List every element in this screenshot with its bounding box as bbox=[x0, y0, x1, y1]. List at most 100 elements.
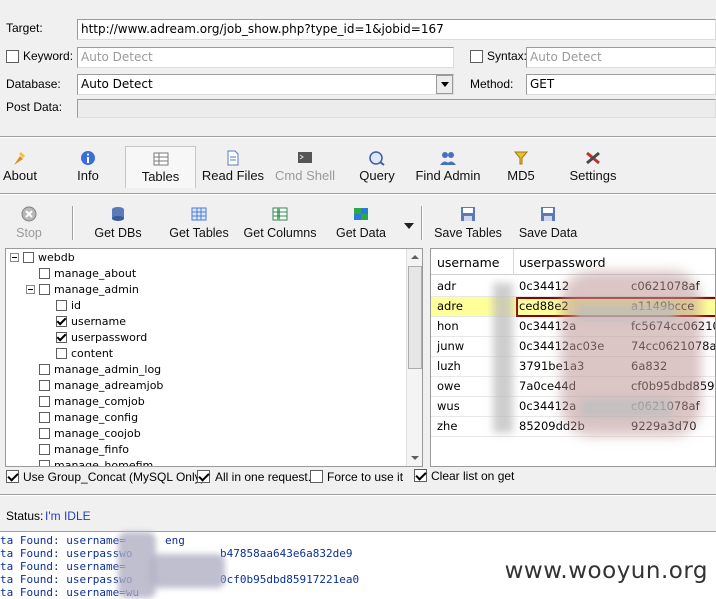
clear-list-checkbox[interactable] bbox=[414, 469, 427, 482]
postdata-input[interactable] bbox=[77, 99, 716, 118]
table-grid-icon bbox=[191, 207, 207, 221]
log-line: ta Found: username= bbox=[0, 560, 126, 573]
get-columns-button[interactable]: Get Columns bbox=[241, 204, 319, 244]
tree-item-checkbox[interactable] bbox=[39, 284, 50, 295]
save-tables-button[interactable]: Save Tables bbox=[431, 204, 505, 244]
tab-read-files[interactable]: Read Files bbox=[200, 146, 266, 188]
get-dbs-button[interactable]: Get DBs bbox=[93, 204, 143, 244]
collapse-icon[interactable] bbox=[10, 253, 19, 262]
scroll-down-icon[interactable] bbox=[407, 450, 422, 466]
cell-username: owe bbox=[437, 379, 461, 393]
tab-settings[interactable]: Settings bbox=[567, 146, 619, 188]
tab-md5[interactable]: MD5 bbox=[503, 146, 539, 188]
tree-item[interactable]: id bbox=[56, 298, 81, 314]
get-dbs-label: Get DBs bbox=[94, 226, 142, 240]
tab-info[interactable]: Info bbox=[70, 146, 106, 188]
force-checkbox[interactable] bbox=[310, 470, 323, 483]
tree-item[interactable]: manage_admin_log bbox=[39, 362, 161, 378]
get-data-dropdown-icon[interactable] bbox=[402, 220, 416, 230]
tree-item-label: manage_admin bbox=[54, 283, 139, 296]
redaction-blur bbox=[493, 283, 513, 433]
group-concat-checkbox[interactable] bbox=[6, 470, 19, 483]
tab-md5-label: MD5 bbox=[507, 168, 535, 183]
syntax-label: Syntax: bbox=[487, 49, 528, 63]
tree-item-checkbox[interactable] bbox=[56, 348, 67, 359]
tree-scrollbar[interactable] bbox=[406, 249, 422, 466]
column-header-username[interactable]: username bbox=[437, 255, 500, 270]
scroll-thumb[interactable] bbox=[408, 266, 422, 369]
tree-item[interactable]: manage_homefim bbox=[39, 458, 154, 467]
get-data-button[interactable]: Get Data bbox=[334, 204, 388, 244]
method-select[interactable]: GET bbox=[526, 74, 716, 95]
tree-item[interactable]: manage_config bbox=[39, 410, 138, 426]
tree-item[interactable]: manage_admin bbox=[26, 282, 139, 298]
tree-item[interactable]: content bbox=[56, 346, 113, 362]
all-in-one-checkbox[interactable] bbox=[197, 470, 210, 483]
tree-item-checkbox[interactable] bbox=[39, 364, 50, 375]
tab-find-admin-label: Find Admin bbox=[415, 168, 481, 183]
log-line-tail: 0cf0b95dbd85917221ea0 bbox=[220, 573, 360, 586]
tree-item-label: username bbox=[71, 315, 126, 328]
toolbar-separator bbox=[72, 206, 74, 240]
tree-item-checkbox[interactable] bbox=[39, 444, 50, 455]
keyword-input[interactable]: Auto Detect bbox=[77, 47, 454, 68]
tree-item[interactable]: userpassword bbox=[56, 330, 147, 346]
stop-button[interactable]: Stop bbox=[12, 204, 46, 244]
keyword-checkbox[interactable] bbox=[6, 50, 19, 63]
tree-item[interactable]: username bbox=[56, 314, 126, 330]
database-dropdown-icon[interactable] bbox=[436, 75, 453, 94]
tree-item-checkbox[interactable] bbox=[56, 332, 67, 343]
tab-settings-label: Settings bbox=[569, 168, 617, 183]
tree-item-checkbox[interactable] bbox=[39, 380, 50, 391]
tree-item[interactable]: manage_about bbox=[39, 266, 136, 282]
tab-read-files-label: Read Files bbox=[201, 168, 265, 183]
info-icon bbox=[81, 151, 95, 165]
cell-username: wus bbox=[437, 399, 460, 413]
tab-query[interactable]: Query bbox=[356, 146, 398, 188]
column-header-userpassword[interactable]: userpassword bbox=[519, 255, 606, 270]
save-data-label: Save Data bbox=[518, 226, 578, 240]
tree-item-checkbox[interactable] bbox=[39, 460, 50, 466]
tree-item[interactable]: webdb bbox=[10, 250, 75, 266]
tree-item[interactable]: manage_comjob bbox=[39, 394, 145, 410]
keyword-label: Keyword: bbox=[23, 49, 74, 63]
redaction-blur bbox=[150, 554, 225, 588]
tree-item-checkbox[interactable] bbox=[56, 300, 67, 311]
tab-tables[interactable]: Tables bbox=[125, 146, 196, 188]
database-tree[interactable]: webdb manage_about manage_adminid username u… bbox=[5, 248, 423, 467]
scroll-up-icon[interactable] bbox=[407, 249, 422, 265]
tree-item-checkbox[interactable] bbox=[39, 412, 50, 423]
target-input[interactable]: http://www.adream.org/job_show.php?type_… bbox=[77, 19, 716, 40]
tree-item[interactable]: manage_coojob bbox=[39, 426, 141, 442]
method-select-value: GET bbox=[530, 77, 555, 91]
tree-item-checkbox[interactable] bbox=[39, 396, 50, 407]
log-line: ta Found: username= bbox=[0, 534, 126, 547]
tab-about-label: About bbox=[3, 168, 37, 183]
syntax-checkbox[interactable] bbox=[470, 50, 483, 63]
tab-find-admin[interactable]: Find Admin bbox=[413, 146, 483, 188]
tree-item-label: webdb bbox=[38, 251, 75, 264]
save-data-button[interactable]: Save Data bbox=[517, 204, 579, 244]
tree-item-checkbox[interactable] bbox=[23, 252, 34, 263]
read-files-icon bbox=[227, 150, 239, 166]
database-select[interactable]: Auto Detect bbox=[77, 74, 454, 95]
collapse-icon[interactable] bbox=[26, 285, 35, 294]
save-tables-label: Save Tables bbox=[434, 226, 502, 240]
tab-cmd-shell[interactable]: Cmd Shell bbox=[274, 146, 336, 188]
tree-item-checkbox[interactable] bbox=[56, 316, 67, 327]
data-grid[interactable]: username userpassword adr0c34412c0621078… bbox=[430, 248, 716, 467]
tree-item-checkbox[interactable] bbox=[39, 428, 50, 439]
tree-item[interactable]: manage_finfo bbox=[39, 442, 129, 458]
tree-item-label: manage_homefim bbox=[54, 459, 154, 467]
save-icon bbox=[461, 207, 475, 221]
force-label: Force to use it bbox=[327, 470, 404, 484]
cell-username: hon bbox=[437, 319, 459, 333]
query-icon bbox=[369, 151, 385, 166]
tab-about[interactable]: About bbox=[0, 146, 42, 188]
tree-item-label: content bbox=[71, 347, 114, 360]
syntax-input[interactable]: Auto Detect bbox=[526, 47, 716, 68]
get-tables-button[interactable]: Get Tables bbox=[166, 204, 232, 244]
tree-item-checkbox[interactable] bbox=[39, 268, 50, 279]
tree-item[interactable]: manage_adreamjob bbox=[39, 378, 163, 394]
about-icon bbox=[14, 152, 25, 165]
